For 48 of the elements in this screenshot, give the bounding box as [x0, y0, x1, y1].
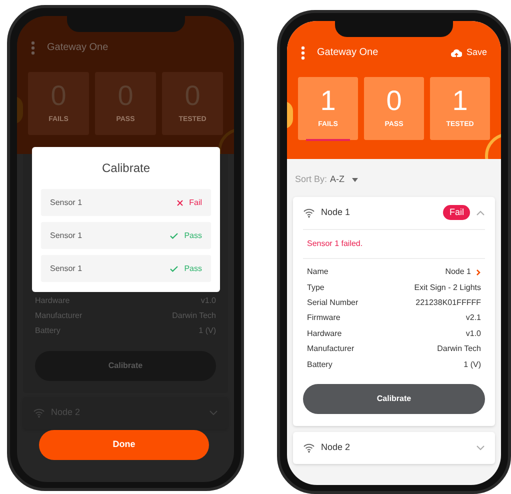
sensor-name: Sensor 1: [50, 196, 82, 208]
detail-label: Type: [307, 282, 324, 294]
menu-button[interactable]: [31, 40, 35, 54]
node-header[interactable]: Node 2: [293, 432, 495, 464]
sensor-name: Sensor 1: [50, 262, 82, 274]
detail-value: v2.1: [466, 312, 481, 324]
detail-value: Exit Sign - 2 Lights: [414, 282, 481, 294]
detail-label: Manufacturer: [307, 343, 354, 356]
chevron-up-icon: [476, 210, 485, 216]
check-icon: [170, 232, 178, 238]
wifi-icon: [33, 408, 45, 418]
sensor-result: Pass: [170, 230, 202, 242]
done-button[interactable]: Done: [39, 430, 209, 460]
cross-icon: [177, 200, 184, 206]
detail-value: 1 (V): [464, 358, 481, 371]
detail-label: Battery: [307, 358, 332, 371]
menu-icon: [31, 40, 35, 54]
menu-icon: [301, 46, 305, 60]
detail-label: Firmware: [307, 312, 340, 324]
sensor-result: Fail: [177, 196, 202, 208]
app-title: Gateway One: [47, 41, 110, 55]
wifi-icon: [303, 208, 315, 218]
detail-value: v1.0: [466, 328, 481, 340]
detail-label: Hardware: [307, 328, 342, 340]
detail-value: Darwin Tech: [437, 343, 481, 356]
calibrate-button[interactable]: Calibrate: [303, 384, 485, 414]
check-icon: [170, 266, 178, 272]
node-header[interactable]: Node 1 Fail: [293, 196, 495, 228]
sensor-result: Pass: [170, 262, 202, 274]
sort-dropdown[interactable]: Sort By: A-Z: [295, 173, 358, 186]
calibrate-button[interactable]: Calibrate: [35, 351, 216, 382]
chevron-down-icon: [476, 445, 485, 452]
caret-down-icon: [352, 178, 358, 182]
detail-value: 221238K01FFFFF: [416, 296, 481, 309]
error-message: Sensor 1 failed.: [306, 238, 364, 250]
save-button[interactable]: Save: [451, 46, 487, 60]
selection-underline: [306, 139, 350, 141]
chevron-down-icon: [209, 410, 218, 416]
status-badge: Fail: [443, 204, 470, 220]
sensor-name: Sensor 1: [50, 230, 82, 242]
dialog-title: Calibrate: [100, 160, 152, 177]
detail-label: Name: [307, 266, 328, 278]
menu-button[interactable]: [301, 46, 305, 60]
app-title: Gateway One: [317, 46, 380, 60]
detail-label: Serial Number: [307, 296, 358, 309]
detail-value: Node 1: [445, 266, 471, 278]
cloud-upload-icon: [451, 48, 462, 56]
wifi-icon: [303, 443, 315, 454]
